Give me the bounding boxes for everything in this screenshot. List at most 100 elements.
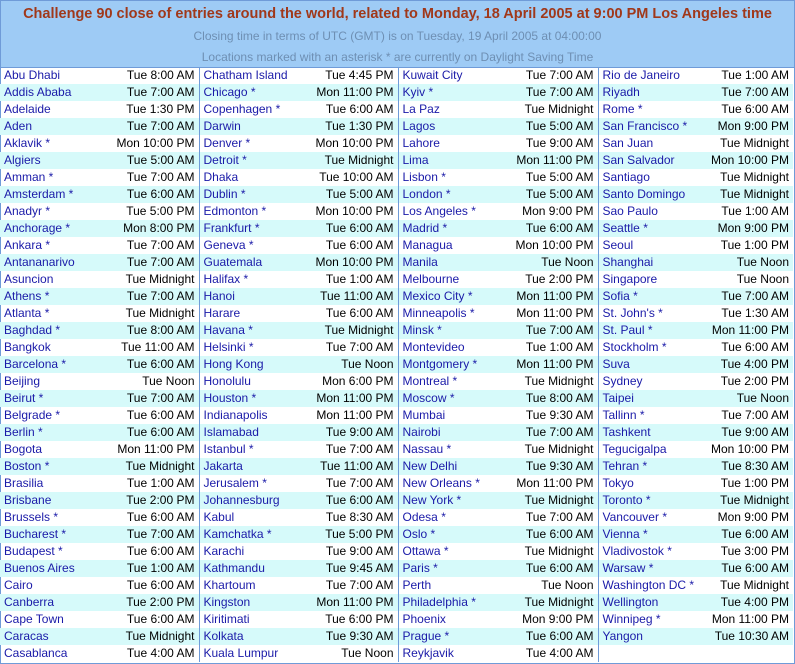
city-link[interactable]: Tegucigalpa bbox=[597, 441, 704, 458]
city-link[interactable]: Seoul bbox=[597, 237, 704, 254]
city-link[interactable]: Winnipeg * bbox=[597, 611, 704, 628]
city-link[interactable]: Brussels * bbox=[0, 509, 104, 526]
city-link[interactable]: Frankfurt * bbox=[198, 220, 302, 237]
city-link[interactable]: Beijing bbox=[0, 373, 104, 390]
city-link[interactable]: Tashkent bbox=[597, 424, 704, 441]
city-link[interactable]: Chatham Island bbox=[198, 67, 302, 84]
city-link[interactable]: Havana * bbox=[198, 322, 302, 339]
city-link[interactable]: Lima bbox=[397, 152, 502, 169]
city-link[interactable]: Yangon bbox=[597, 628, 704, 645]
city-link[interactable]: Boston * bbox=[0, 458, 104, 475]
city-link[interactable]: Amman * bbox=[0, 169, 104, 186]
city-link[interactable]: Lahore bbox=[397, 135, 502, 152]
city-link[interactable]: Islamabad bbox=[198, 424, 302, 441]
city-link[interactable]: Guatemala bbox=[198, 254, 302, 271]
city-link[interactable]: Amsterdam * bbox=[0, 186, 104, 203]
city-link[interactable]: Odesa * bbox=[397, 509, 502, 526]
city-link[interactable]: Manila bbox=[397, 254, 502, 271]
city-link[interactable]: Kathmandu bbox=[198, 560, 302, 577]
city-link[interactable]: Addis Ababa bbox=[0, 84, 104, 101]
city-link[interactable]: Taipei bbox=[597, 390, 704, 407]
city-link[interactable]: Santiago bbox=[597, 169, 704, 186]
city-link[interactable]: Bangkok bbox=[0, 339, 104, 356]
city-link[interactable]: Buenos Aires bbox=[0, 560, 104, 577]
city-link[interactable]: Montgomery * bbox=[397, 356, 502, 373]
city-link[interactable]: Dhaka bbox=[198, 169, 302, 186]
city-link[interactable]: Aden bbox=[0, 118, 104, 135]
city-link[interactable]: Vienna * bbox=[597, 526, 704, 543]
city-link[interactable]: Lisbon * bbox=[397, 169, 502, 186]
city-link[interactable]: Nairobi bbox=[397, 424, 502, 441]
city-link[interactable]: Moscow * bbox=[397, 390, 502, 407]
city-link[interactable]: Antananarivo bbox=[0, 254, 104, 271]
city-link[interactable]: Suva bbox=[597, 356, 704, 373]
city-link[interactable]: Halifax * bbox=[198, 271, 302, 288]
city-link[interactable]: Adelaide bbox=[0, 101, 104, 118]
city-link[interactable]: San Juan bbox=[597, 135, 704, 152]
city-link[interactable]: Tehran * bbox=[597, 458, 704, 475]
city-link[interactable]: New Orleans * bbox=[397, 475, 502, 492]
city-link[interactable]: Minsk * bbox=[397, 322, 502, 339]
city-link[interactable]: Copenhagen * bbox=[198, 101, 302, 118]
city-link[interactable]: Rome * bbox=[597, 101, 704, 118]
city-link[interactable]: Baghdad * bbox=[0, 322, 104, 339]
city-link[interactable]: Paris * bbox=[397, 560, 502, 577]
city-link[interactable]: Wellington bbox=[597, 594, 704, 611]
city-link[interactable]: Dublin * bbox=[198, 186, 302, 203]
city-link[interactable]: Geneva * bbox=[198, 237, 302, 254]
city-link[interactable]: Canberra bbox=[0, 594, 104, 611]
city-link[interactable]: Seattle * bbox=[597, 220, 704, 237]
city-link[interactable]: Belgrade * bbox=[0, 407, 104, 424]
city-link[interactable]: Brisbane bbox=[0, 492, 104, 509]
city-link[interactable]: Darwin bbox=[198, 118, 302, 135]
city-link[interactable]: Jerusalem * bbox=[198, 475, 302, 492]
city-link[interactable]: Warsaw * bbox=[597, 560, 704, 577]
city-link[interactable]: Mexico City * bbox=[397, 288, 502, 305]
city-link[interactable]: Helsinki * bbox=[198, 339, 302, 356]
city-link[interactable]: Vladivostok * bbox=[597, 543, 704, 560]
city-link[interactable]: Kuala Lumpur bbox=[198, 645, 302, 662]
city-link[interactable]: Barcelona * bbox=[0, 356, 104, 373]
city-link[interactable]: Shanghai bbox=[597, 254, 704, 271]
city-link[interactable]: Budapest * bbox=[0, 543, 104, 560]
city-link[interactable]: Denver * bbox=[198, 135, 302, 152]
city-link[interactable]: Lagos bbox=[397, 118, 502, 135]
city-link[interactable]: St. John's * bbox=[597, 305, 704, 322]
city-link[interactable]: Oslo * bbox=[397, 526, 502, 543]
city-link[interactable]: San Francisco * bbox=[597, 118, 704, 135]
city-link[interactable]: Berlin * bbox=[0, 424, 104, 441]
city-link[interactable]: Kabul bbox=[198, 509, 302, 526]
city-link[interactable]: Honolulu bbox=[198, 373, 302, 390]
city-link[interactable]: Casablanca bbox=[0, 645, 104, 662]
city-link[interactable]: Algiers bbox=[0, 152, 104, 169]
city-link[interactable]: Los Angeles * bbox=[397, 203, 502, 220]
city-link[interactable]: Hanoi bbox=[198, 288, 302, 305]
city-link[interactable]: Montreal * bbox=[397, 373, 502, 390]
city-link[interactable]: Aklavik * bbox=[0, 135, 104, 152]
city-link[interactable]: Ankara * bbox=[0, 237, 104, 254]
city-link[interactable]: Bucharest * bbox=[0, 526, 104, 543]
city-link[interactable]: Cairo bbox=[0, 577, 104, 594]
city-link[interactable]: Indianapolis bbox=[198, 407, 302, 424]
city-link[interactable]: Nassau * bbox=[397, 441, 502, 458]
city-link[interactable]: Chicago * bbox=[198, 84, 302, 101]
city-link[interactable]: Managua bbox=[397, 237, 502, 254]
city-link[interactable]: Philadelphia * bbox=[397, 594, 502, 611]
city-link[interactable]: Prague * bbox=[397, 628, 502, 645]
city-link[interactable]: London * bbox=[397, 186, 502, 203]
city-link[interactable]: Houston * bbox=[198, 390, 302, 407]
city-link[interactable]: Khartoum bbox=[198, 577, 302, 594]
city-link[interactable]: Washington DC * bbox=[597, 577, 704, 594]
city-link[interactable]: Johannesburg bbox=[198, 492, 302, 509]
city-link[interactable]: Melbourne bbox=[397, 271, 502, 288]
city-link[interactable]: Athens * bbox=[0, 288, 104, 305]
city-link[interactable]: Madrid * bbox=[397, 220, 502, 237]
city-link[interactable]: Vancouver * bbox=[597, 509, 704, 526]
city-link[interactable]: Kamchatka * bbox=[198, 526, 302, 543]
city-link[interactable]: Jakarta bbox=[198, 458, 302, 475]
city-link[interactable]: Tokyo bbox=[597, 475, 704, 492]
city-link[interactable]: St. Paul * bbox=[597, 322, 704, 339]
city-link[interactable]: Istanbul * bbox=[198, 441, 302, 458]
city-link[interactable]: New York * bbox=[397, 492, 502, 509]
city-link[interactable]: San Salvador bbox=[597, 152, 704, 169]
